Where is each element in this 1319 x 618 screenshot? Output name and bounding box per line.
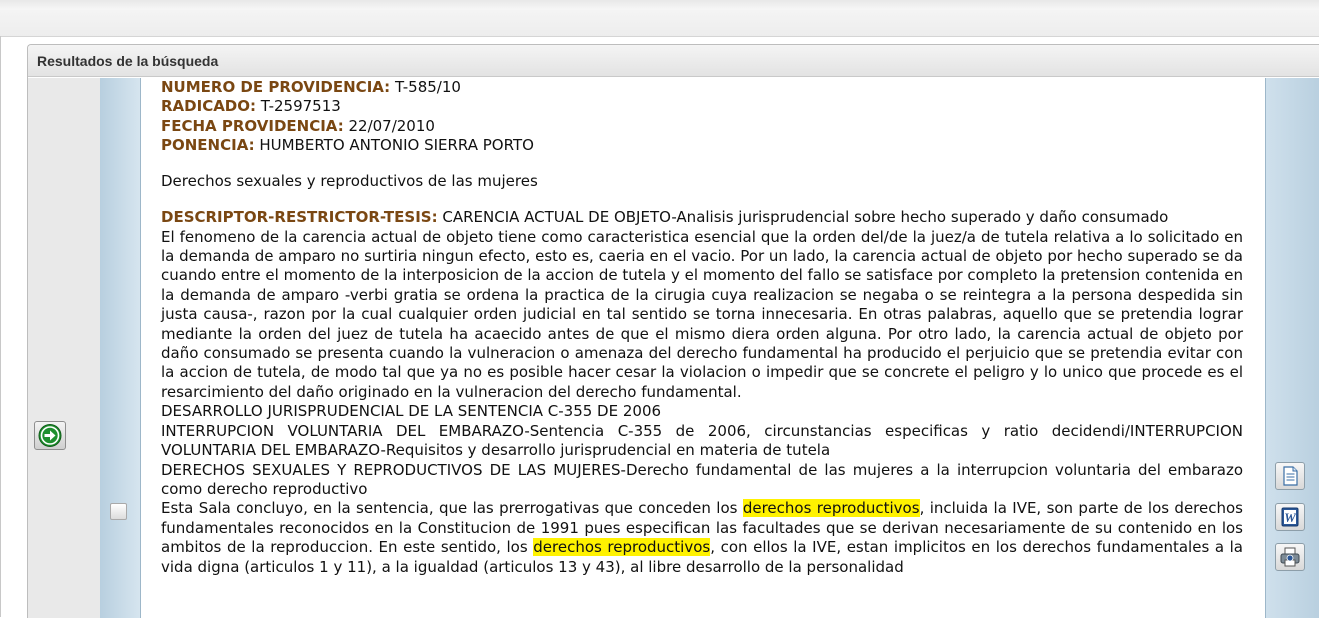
fecha-label: FECHA PROVIDENCIA: bbox=[161, 116, 344, 135]
browser-toolbar bbox=[0, 0, 1319, 37]
paragraph-5-part-a: Esta Sala concluyo, en la sentencia, que… bbox=[161, 499, 743, 518]
radicado-value: T-2597513 bbox=[260, 97, 341, 116]
paragraph-5: Esta Sala concluyo, en la sentencia, que… bbox=[161, 499, 1243, 577]
export-word-button[interactable]: W bbox=[1275, 503, 1305, 531]
paragraph-4: DERECHOS SEXUALES Y REPRODUCTIVOS DE LAS… bbox=[161, 460, 1243, 498]
document-icon bbox=[1283, 466, 1298, 486]
ponencia-row: PONENCIA: HUMBERTO ANTONIO SIERRA PORTO bbox=[161, 136, 1243, 155]
word-icon: W bbox=[1281, 507, 1299, 527]
numero-label: NUMERO DE PROVIDENCIA: bbox=[161, 78, 391, 96]
print-button[interactable] bbox=[1275, 543, 1305, 571]
result-content: NUMERO DE PROVIDENCIA: T-585/10 RADICADO… bbox=[141, 78, 1265, 618]
radicado-row: RADICADO: T-2597513 bbox=[161, 97, 1243, 116]
ponencia-value: HUMBERTO ANTONIO SIERRA PORTO bbox=[259, 136, 534, 155]
paragraph-1: El fenomeno de la carencia actual de obj… bbox=[161, 227, 1243, 401]
result-text: NUMERO DE PROVIDENCIA: T-585/10 RADICADO… bbox=[161, 78, 1243, 577]
paragraph-2: DESARROLLO JURISPRUDENCIAL DE LA SENTENC… bbox=[161, 402, 662, 421]
arrow-right-circle-icon bbox=[38, 424, 62, 447]
svg-text:W: W bbox=[1284, 510, 1297, 525]
numero-row: NUMERO DE PROVIDENCIA: T-585/10 bbox=[161, 78, 1243, 97]
search-highlight: derechos reproductivos bbox=[533, 538, 711, 557]
radicado-label: RADICADO: bbox=[161, 97, 257, 116]
left-border bbox=[0, 36, 1, 617]
fecha-row: FECHA PROVIDENCIA: 22/07/2010 bbox=[161, 117, 1243, 136]
printer-icon bbox=[1280, 547, 1300, 567]
view-document-button[interactable] bbox=[1275, 462, 1305, 490]
right-strip bbox=[1265, 78, 1319, 618]
numero-value: T-585/10 bbox=[394, 78, 461, 96]
left-gutter bbox=[28, 78, 100, 618]
fecha-value: 22/07/2010 bbox=[348, 116, 435, 135]
descriptor-row: DESCRIPTOR-RESTRICTOR-TESIS: CARENCIA AC… bbox=[161, 208, 1243, 227]
go-button[interactable] bbox=[34, 421, 66, 450]
tema-text: Derechos sexuales y reproductivos de las… bbox=[161, 172, 538, 191]
ponencia-label: PONENCIA: bbox=[161, 136, 255, 155]
descriptor-value: CARENCIA ACTUAL DE OBJETO-Analisis juris… bbox=[442, 208, 1169, 227]
left-strip bbox=[100, 78, 141, 618]
toolbar-shadow bbox=[0, 0, 1319, 10]
select-result-checkbox[interactable] bbox=[110, 503, 127, 520]
panel-title: Resultados de la búsqueda bbox=[28, 45, 1319, 77]
search-highlight: derechos reproductivos bbox=[742, 499, 920, 518]
descriptor-label: DESCRIPTOR-RESTRICTOR-TESIS: bbox=[161, 208, 438, 227]
paragraph-3: INTERRUPCION VOLUNTARIA DEL EMBARAZO-Sen… bbox=[161, 421, 1243, 460]
results-panel: Resultados de la búsqueda NUMERO DE PROV… bbox=[27, 44, 1319, 618]
